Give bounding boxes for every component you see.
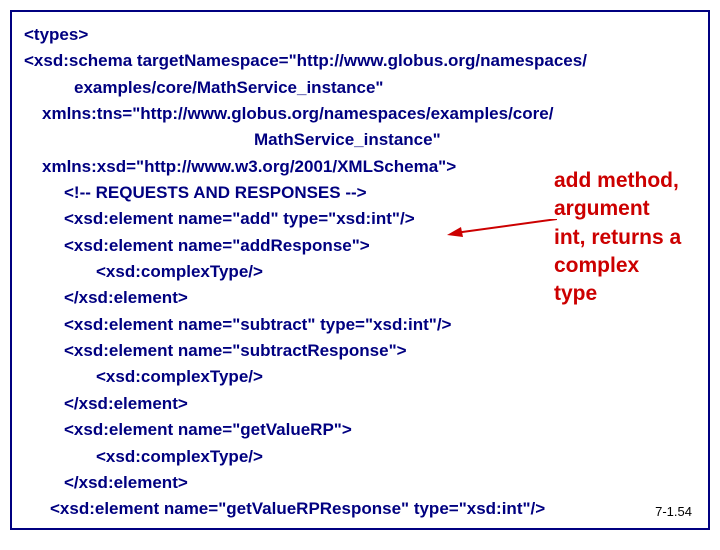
code-line: examples/core/MathService_instance" — [24, 75, 696, 101]
code-line: <types> — [24, 22, 696, 48]
code-line: xmlns:tns="http://www.globus.org/namespa… — [24, 101, 696, 127]
code-line: <xsd:complexType/> — [24, 444, 696, 470]
code-line: </xsd:element> — [24, 391, 696, 417]
code-line: <xsd:element name="getValueRP"> — [24, 417, 696, 443]
code-line: <xsd:schema targetNamespace="http://www.… — [24, 48, 696, 74]
code-frame: <types> <xsd:schema targetNamespace="htt… — [10, 10, 710, 530]
annotation-text: add method, argument int, returns a comp… — [554, 167, 684, 309]
code-line: MathService_instance" — [24, 127, 696, 153]
code-line: <xsd:element name="subtract" type="xsd:i… — [24, 312, 696, 338]
code-line: <xsd:complexType/> — [24, 364, 696, 390]
code-line: </xsd:element> — [24, 470, 696, 496]
slide-number: 7-1.54 — [655, 502, 692, 522]
code-line: <xsd:element name="subtractResponse"> — [24, 338, 696, 364]
code-line: <xsd:element name="getValueRPResponse" t… — [24, 496, 696, 522]
